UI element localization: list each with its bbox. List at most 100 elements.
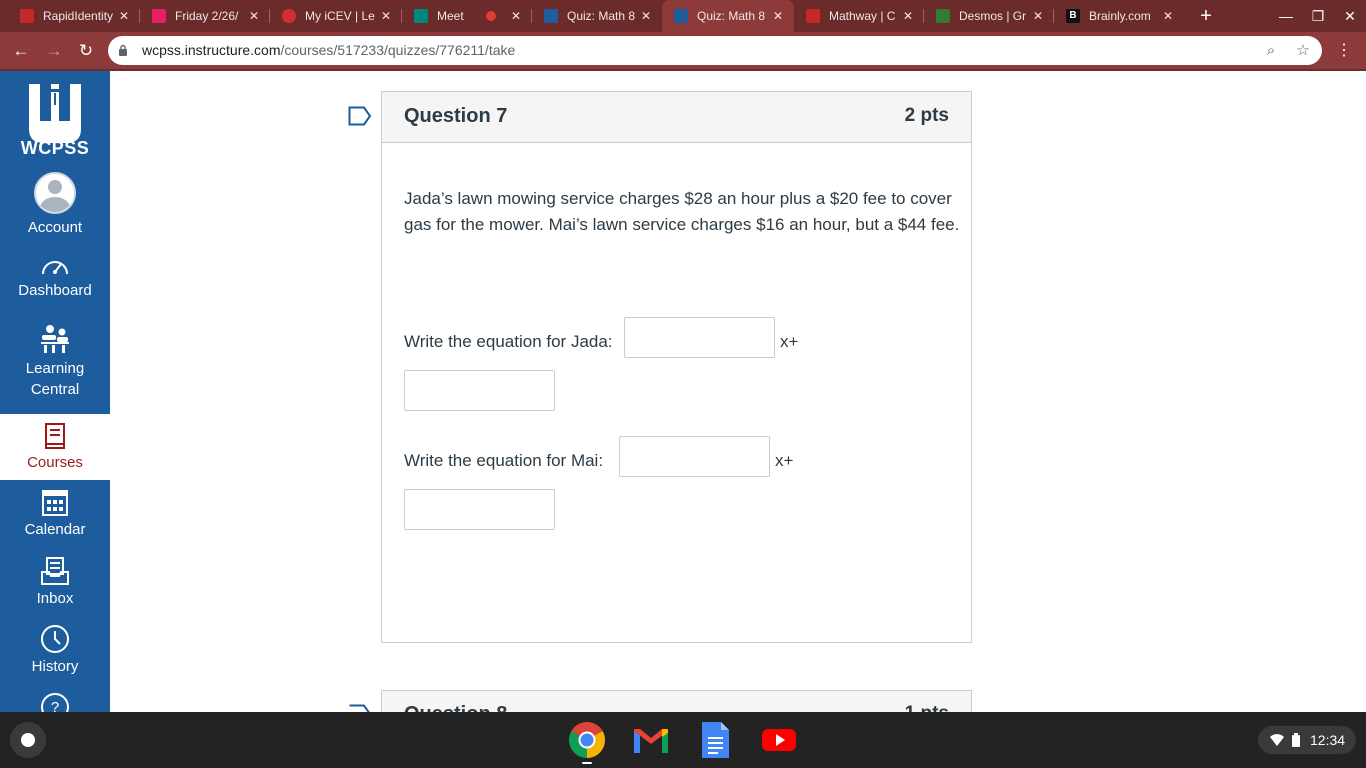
bookmark-star-icon[interactable]: ☆ xyxy=(1293,41,1313,61)
close-icon[interactable]: ✕ xyxy=(1030,9,1046,23)
mai-intercept-input[interactable] xyxy=(404,489,555,530)
tab-title: RapidIdentity xyxy=(43,9,114,23)
question-card: Question 7 2 pts Jada’s lawn mowing serv… xyxy=(381,91,972,643)
meet-favicon-icon xyxy=(414,9,428,23)
tab-title: Quiz: Math 8 xyxy=(567,9,636,23)
nav-calendar[interactable]: Calendar xyxy=(0,487,110,538)
global-nav: WCPSS Account Dashboard Learning Central xyxy=(0,71,110,712)
nav-learning-central[interactable]: Learning Central xyxy=(0,322,110,400)
mai-equation-label: Write the equation for Mai: xyxy=(404,451,604,470)
lock-icon xyxy=(119,44,127,56)
inbox-icon xyxy=(41,557,69,585)
nav-courses[interactable]: Courses xyxy=(0,414,110,480)
history-icon xyxy=(41,625,69,653)
rapididentity-favicon-icon xyxy=(20,9,34,23)
tab[interactable]: B Brainly.com ✕ xyxy=(1054,0,1184,32)
mathway-favicon-icon xyxy=(806,9,820,23)
tab[interactable]: Desmos | Gr ✕ xyxy=(924,0,1054,32)
launcher-icon xyxy=(21,733,35,747)
close-icon[interactable]: ✕ xyxy=(116,9,132,23)
toolbar-divider xyxy=(0,69,1366,71)
logo-text: WCPSS xyxy=(20,138,90,158)
nav-history[interactable]: History xyxy=(0,624,110,675)
canvas-favicon-icon xyxy=(674,9,688,23)
minimize-icon[interactable]: — xyxy=(1270,0,1302,32)
jada-x-plus-label: x+ xyxy=(780,332,799,351)
tab-title: Mathway | C xyxy=(829,9,896,23)
tab[interactable]: Friday 2/26/ ✕ xyxy=(140,0,270,32)
address-bar[interactable]: wcpss.instructure.com/courses/517233/qui… xyxy=(108,36,1322,65)
close-icon[interactable]: ✕ xyxy=(378,9,394,23)
nav-learning-central-label: Learning Central xyxy=(25,360,85,398)
launcher-button[interactable] xyxy=(10,722,46,758)
nav-history-label: History xyxy=(31,658,79,675)
clock-time: 12:34 xyxy=(1310,732,1346,748)
close-icon[interactable]: ✕ xyxy=(246,9,262,23)
flag-question-icon[interactable] xyxy=(348,106,372,126)
canvas-favicon-icon xyxy=(544,9,558,23)
url-domain: wcpss.instructure.com xyxy=(142,42,281,58)
question-title: Question 7 xyxy=(404,105,508,127)
browser-toolbar: ← → ↻ wcpss.instructure.com/courses/5172… xyxy=(0,32,1366,69)
recording-icon xyxy=(486,11,496,21)
tab-title: Quiz: Math 8 xyxy=(697,9,766,23)
forward-icon[interactable]: → xyxy=(43,40,65,62)
mai-x-plus-label: x+ xyxy=(775,451,794,470)
url-text: wcpss.instructure.com/courses/517233/qui… xyxy=(142,42,515,58)
nav-dashboard[interactable]: Dashboard xyxy=(0,254,110,299)
running-indicator xyxy=(582,762,592,764)
tab-title: Meet xyxy=(437,9,464,23)
tab[interactable]: My iCEV | Le ✕ xyxy=(270,0,402,32)
mai-slope-input[interactable] xyxy=(619,436,770,477)
classroom-favicon-icon xyxy=(152,9,166,23)
tab[interactable]: Mathway | C ✕ xyxy=(794,0,924,32)
icev-favicon-icon xyxy=(282,9,296,23)
question-header: Question 7 2 pts xyxy=(382,92,971,143)
nav-dashboard-label: Dashboard xyxy=(18,282,92,299)
nav-account[interactable]: Account xyxy=(0,172,110,236)
gmail-icon[interactable] xyxy=(631,720,671,760)
tab-title: Brainly.com xyxy=(1089,9,1151,23)
tab[interactable]: Quiz: Math 8 ✕ xyxy=(532,0,662,32)
tab[interactable]: RapidIdentity ✕ xyxy=(8,0,140,32)
youtube-icon[interactable] xyxy=(759,720,799,760)
browser-menu-icon[interactable]: ⋮ xyxy=(1336,40,1352,62)
new-tab-button[interactable]: + xyxy=(1196,4,1216,28)
flag-question-icon[interactable] xyxy=(348,704,372,712)
close-icon[interactable]: ✕ xyxy=(900,9,916,23)
jada-intercept-input[interactable] xyxy=(404,370,555,411)
tab[interactable]: Meet ✕ xyxy=(402,0,532,32)
dashboard-icon xyxy=(42,261,68,275)
desmos-favicon-icon xyxy=(936,9,950,23)
tab-strip: RapidIdentity ✕ Friday 2/26/ ✕ My iCEV |… xyxy=(0,0,1366,32)
jada-slope-input[interactable] xyxy=(624,317,775,358)
wifi-icon xyxy=(1270,734,1284,746)
restore-icon[interactable]: ❐ xyxy=(1302,0,1334,32)
tab-title: Friday 2/26/ xyxy=(175,9,239,23)
nav-inbox-label: Inbox xyxy=(36,590,74,607)
close-icon[interactable]: ✕ xyxy=(770,9,786,23)
question-text: Jada’s lawn mowing service charges $28 a… xyxy=(404,189,960,234)
docs-icon[interactable] xyxy=(695,720,735,760)
help-icon[interactable]: ? xyxy=(40,692,70,712)
zoom-icon[interactable]: ⌕ xyxy=(1261,41,1281,61)
calendar-icon xyxy=(42,490,68,516)
tab-title: Desmos | Gr xyxy=(959,9,1027,23)
courses-icon xyxy=(45,423,65,449)
status-tray[interactable]: 12:34 xyxy=(1258,726,1356,754)
jada-equation-label: Write the equation for Jada: xyxy=(404,332,613,351)
reload-icon[interactable]: ↻ xyxy=(75,40,97,62)
chrome-icon[interactable] xyxy=(567,720,607,760)
os-shelf: 12:34 xyxy=(0,712,1366,768)
close-icon[interactable]: ✕ xyxy=(1160,9,1176,23)
nav-inbox[interactable]: Inbox xyxy=(0,556,110,607)
close-icon[interactable]: ✕ xyxy=(638,9,654,23)
tab-active[interactable]: Quiz: Math 8 ✕ xyxy=(662,0,794,32)
window-close-icon[interactable]: ✕ xyxy=(1334,0,1366,32)
close-icon[interactable]: ✕ xyxy=(508,9,524,23)
back-icon[interactable]: ← xyxy=(10,40,32,62)
tab-title: My iCEV | Le xyxy=(305,9,375,23)
learning-central-icon xyxy=(41,325,69,353)
url-path: /courses/517233/quizzes/776211/take xyxy=(280,42,516,58)
nav-calendar-label: Calendar xyxy=(24,521,86,538)
